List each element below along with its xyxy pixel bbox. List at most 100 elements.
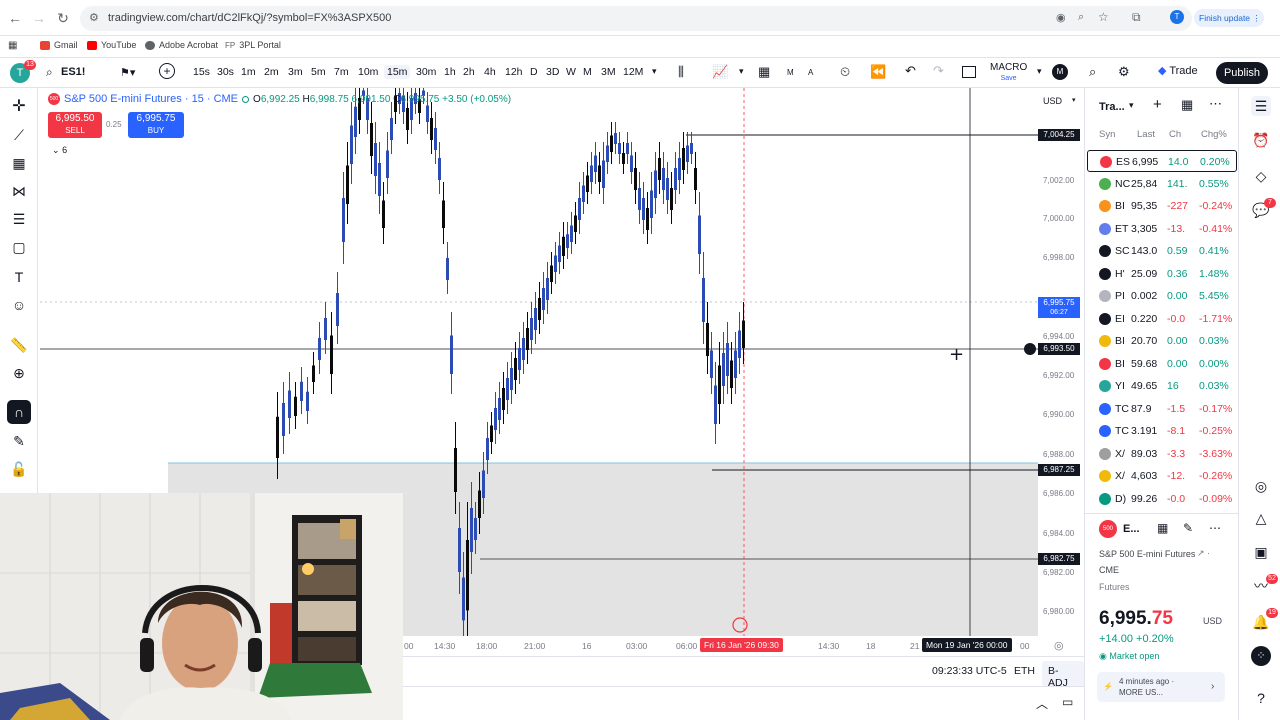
timeframe-7m[interactable]: 7m bbox=[334, 66, 349, 78]
apps-grid-icon[interactable]: ▦ bbox=[8, 40, 17, 51]
zoom-icon[interactable]: ⌕ bbox=[1078, 11, 1084, 24]
sell-button[interactable]: 6,995.50 SELL bbox=[48, 112, 102, 138]
price-axis[interactable]: USD ▾ 7,002.00 7,000.00 6,998.00 6,994.0… bbox=[1038, 88, 1084, 648]
quick-search-icon[interactable]: ⌕ bbox=[1089, 64, 1096, 80]
timeframe-4h[interactable]: 4h bbox=[484, 66, 496, 78]
timeframe-15m[interactable]: 15m bbox=[384, 65, 411, 79]
timeframe-12M[interactable]: 12M bbox=[623, 66, 643, 78]
candles-type-icon[interactable]: ⫼ bbox=[678, 64, 684, 80]
forward-icon[interactable]: → bbox=[30, 9, 48, 27]
timeframe-3D[interactable]: 3D bbox=[546, 66, 559, 78]
watchlist-row[interactable]: ET 3,305 -13. -0.41% bbox=[1087, 218, 1237, 240]
watchlist-row[interactable]: YI 49.65 16 0.03% bbox=[1087, 375, 1237, 397]
watchlist-row[interactable]: ES 6,995 14.0 0.20% bbox=[1087, 150, 1237, 172]
timeframe-W[interactable]: W bbox=[566, 66, 576, 78]
indicators-icon[interactable]: 📈 bbox=[712, 64, 728, 80]
watchlist-row[interactable]: NC 25,84 141. 0.55% bbox=[1087, 173, 1237, 195]
watchlist-row[interactable]: BI 95,35 -227 -0.24% bbox=[1087, 195, 1237, 217]
watchlist-row[interactable]: EI 0.220 -0.0 -1.71% bbox=[1087, 308, 1237, 330]
pattern-icon[interactable]: ⋈ bbox=[10, 182, 28, 200]
fib-grid-icon[interactable]: ▦ bbox=[10, 154, 28, 172]
watchlist-row[interactable]: BI 59.68 0.00 0.00% bbox=[1087, 353, 1237, 375]
bookmark-gmail[interactable]: Gmail bbox=[40, 40, 78, 50]
watchlist-row[interactable]: PI 0.002 0.00 5.45% bbox=[1087, 285, 1237, 307]
compare-add-icon[interactable]: + bbox=[159, 63, 175, 79]
magnet-icon[interactable]: ∩ bbox=[7, 400, 31, 424]
col-last-header[interactable]: Last bbox=[1137, 129, 1155, 140]
a-toggle[interactable]: A bbox=[808, 68, 813, 77]
currency-dropdown-icon[interactable]: ▾ bbox=[1072, 96, 1076, 104]
details-more-icon[interactable]: ⋯ bbox=[1209, 521, 1221, 535]
emoji-icon[interactable]: ☺ bbox=[10, 296, 28, 314]
trend-line-icon[interactable]: ⟋ bbox=[10, 126, 28, 144]
watchlist-row[interactable]: SC 143.0 0.59 0.41% bbox=[1087, 240, 1237, 262]
profile-avatar[interactable]: T bbox=[1170, 10, 1184, 24]
redo-icon[interactable]: ↷ bbox=[933, 63, 944, 79]
timeframe-2m[interactable]: 2m bbox=[264, 66, 279, 78]
templates-icon[interactable]: ▦ bbox=[758, 64, 770, 80]
currency-label[interactable]: USD bbox=[1043, 96, 1062, 106]
watchlist-row[interactable]: D) 99.26 -0.0 -0.09% bbox=[1087, 488, 1237, 510]
details-layout-icon[interactable]: ▦ bbox=[1157, 521, 1168, 535]
col-symbol-header[interactable]: Syn bbox=[1099, 129, 1115, 140]
news-card[interactable]: ⚡ 4 minutes ago · MORE US... › bbox=[1097, 672, 1225, 702]
axis-settings-icon[interactable]: ◎ bbox=[1054, 639, 1064, 652]
ideas-icon[interactable]: △ bbox=[1251, 508, 1271, 528]
watchlist-title[interactable]: Tra... bbox=[1099, 101, 1125, 113]
external-link-icon[interactable]: ↗ · bbox=[1197, 548, 1210, 559]
timeframe-M[interactable]: M bbox=[583, 66, 592, 78]
help-icon[interactable]: ? bbox=[1251, 688, 1271, 708]
advanced-view-icon[interactable]: ▦ bbox=[1181, 97, 1193, 113]
alerts-clock-icon[interactable]: ⏰ bbox=[1251, 130, 1271, 150]
back-icon[interactable]: ← bbox=[6, 9, 24, 27]
replay-icon[interactable]: ⏪ bbox=[870, 64, 886, 80]
target-icon[interactable]: ◎ bbox=[1251, 476, 1271, 496]
timeframe-dropdown-icon[interactable]: ▾ bbox=[652, 66, 657, 77]
m-toggle[interactable]: M bbox=[787, 68, 794, 77]
reload-icon[interactable]: ↻ bbox=[54, 9, 72, 27]
layout-avatar[interactable]: M bbox=[1052, 64, 1068, 80]
watchlist-row[interactable]: X/89.03 -3.3 -3.63% bbox=[1087, 443, 1237, 465]
ruler-icon[interactable]: 📏 bbox=[10, 336, 28, 354]
watchlist-icon[interactable]: ☰ bbox=[1251, 96, 1271, 116]
fullscreen-icon[interactable] bbox=[962, 66, 976, 78]
publish-button[interactable]: Publish bbox=[1216, 62, 1268, 84]
settings-gear-icon[interactable]: ⚙ bbox=[1118, 64, 1130, 80]
timeframe-3m[interactable]: 3m bbox=[288, 66, 303, 78]
layout-dropdown-icon[interactable]: ▾ bbox=[1037, 66, 1042, 77]
lens-icon[interactable]: ◉ bbox=[1056, 11, 1066, 24]
timeframe-2h[interactable]: 2h bbox=[463, 66, 475, 78]
time-axis[interactable]: 00 14:30 18:00 21:00 16 03:00 06:00 Fri … bbox=[402, 636, 1084, 656]
extensions-icon[interactable]: ⧉ bbox=[1132, 10, 1141, 25]
alert-icon[interactable]: ⏲ bbox=[840, 64, 850, 80]
timeframe-30s[interactable]: 30s bbox=[217, 66, 234, 78]
watchlist-row[interactable]: H' 25.09 0.36 1.48% bbox=[1087, 263, 1237, 285]
maximize-panel-icon[interactable]: ▭ bbox=[1062, 695, 1073, 709]
lock-icon[interactable]: 🔓 bbox=[10, 460, 28, 478]
trade-button[interactable]: ◆ Trade bbox=[1158, 64, 1198, 77]
calendar-icon[interactable]: ▣ bbox=[1251, 542, 1271, 562]
details-full-name[interactable]: S&P 500 E-mini Futures bbox=[1099, 549, 1195, 559]
watchlist-dropdown-icon[interactable]: ▾ bbox=[1129, 100, 1134, 111]
col-change-pct-header[interactable]: Chg% bbox=[1201, 129, 1227, 140]
layers-icon[interactable]: ◇ bbox=[1251, 166, 1271, 186]
add-symbol-icon[interactable]: + bbox=[1153, 96, 1162, 113]
bookmark-3pl[interactable]: FP 3PL Portal bbox=[225, 40, 281, 50]
timeframe-1m[interactable]: 1m bbox=[241, 66, 256, 78]
col-change-header[interactable]: Ch bbox=[1169, 129, 1181, 140]
timeframe-12h[interactable]: 12h bbox=[505, 66, 523, 78]
bookmark-star-icon[interactable]: ☆ bbox=[1098, 10, 1109, 24]
timeframe-3M[interactable]: 3M bbox=[601, 66, 616, 78]
stay-drawing-icon[interactable]: ✎ bbox=[10, 432, 28, 450]
apps-icon[interactable]: ⁘ bbox=[1251, 646, 1271, 666]
clock-text[interactable]: 09:23:33 UTC-5 bbox=[932, 665, 1007, 677]
timeframe-1h[interactable]: 1h bbox=[444, 66, 456, 78]
bookmark-adobe[interactable]: Adobe Acrobat bbox=[145, 40, 218, 50]
watchlist-more-icon[interactable]: ⋯ bbox=[1209, 96, 1222, 112]
text-tool-icon[interactable]: T bbox=[10, 268, 28, 286]
crosshair-icon[interactable]: ✛ bbox=[10, 98, 28, 116]
shapes-icon[interactable]: ▢ bbox=[10, 238, 28, 256]
watchlist-row[interactable]: BI 20.70 0.00 0.03% bbox=[1087, 330, 1237, 352]
watchlist-row[interactable]: TC 3.191 -8.1 -0.25% bbox=[1087, 420, 1237, 442]
watchlist-row[interactable]: TC 87.9 -1.5 -0.17% bbox=[1087, 398, 1237, 420]
